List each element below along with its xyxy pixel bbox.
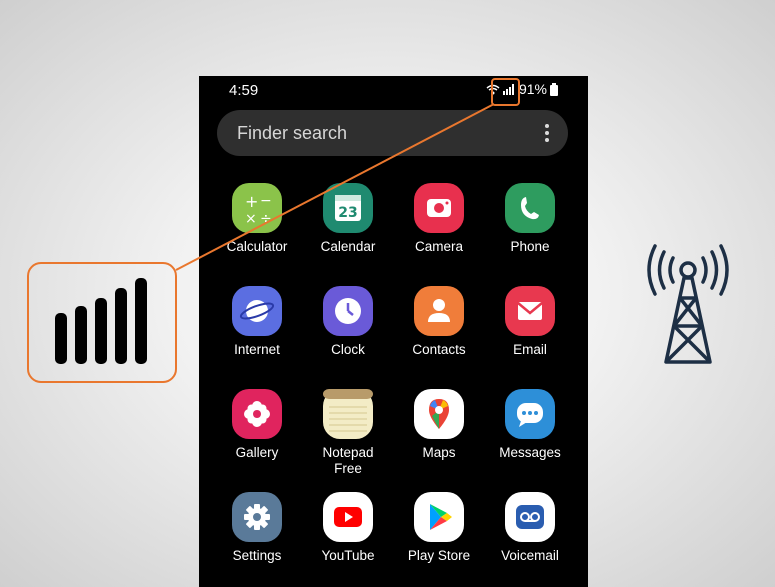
clock-icon bbox=[323, 286, 373, 336]
app-contacts[interactable]: Contacts bbox=[394, 286, 484, 358]
app-camera[interactable]: Camera bbox=[394, 183, 484, 255]
svg-text:+: + bbox=[245, 192, 258, 211]
cell-tower-icon bbox=[647, 244, 729, 364]
svg-text:23: 23 bbox=[338, 205, 357, 221]
app-label: Camera bbox=[414, 239, 463, 254]
app-settings[interactable]: Settings bbox=[212, 492, 302, 564]
app-gallery[interactable]: Gallery bbox=[212, 389, 302, 461]
internet-icon bbox=[232, 286, 282, 336]
battery-percent: 91% bbox=[518, 81, 547, 97]
youtube-icon bbox=[323, 492, 373, 542]
app-label: Play Store bbox=[407, 548, 471, 563]
email-icon bbox=[505, 286, 555, 336]
contacts-icon bbox=[414, 286, 464, 336]
app-calendar[interactable]: 23 Calendar bbox=[303, 183, 393, 255]
app-label: Messages bbox=[499, 445, 561, 460]
app-play-store[interactable]: Play Store bbox=[394, 492, 484, 564]
signal-bars-enlarged-icon bbox=[55, 278, 147, 364]
app-email[interactable]: Email bbox=[485, 286, 575, 358]
app-notepad-free[interactable]: Notepad Free bbox=[303, 389, 393, 477]
search-placeholder[interactable]: Finder search bbox=[237, 123, 347, 144]
calendar-icon: 23 bbox=[323, 183, 373, 233]
app-phone[interactable]: Phone bbox=[485, 183, 575, 255]
app-label: Email bbox=[513, 342, 547, 357]
signal-highlight-box bbox=[491, 78, 520, 106]
gallery-icon bbox=[232, 389, 282, 439]
svg-text:×: × bbox=[245, 211, 257, 227]
play-store-icon bbox=[414, 492, 464, 542]
app-label: Maps bbox=[422, 445, 456, 460]
app-label: Phone bbox=[510, 239, 550, 254]
app-label: Voicemail bbox=[501, 548, 559, 563]
app-voicemail[interactable]: Voicemail bbox=[485, 492, 575, 564]
settings-icon bbox=[232, 492, 282, 542]
app-label: Gallery bbox=[235, 445, 279, 460]
app-label: Calculator bbox=[226, 239, 288, 254]
app-label: Clock bbox=[331, 342, 365, 357]
maps-icon bbox=[414, 389, 464, 439]
app-label: Internet bbox=[234, 342, 280, 357]
app-messages[interactable]: Messages bbox=[485, 389, 575, 461]
svg-text:÷: ÷ bbox=[260, 211, 272, 227]
messages-icon bbox=[505, 389, 555, 439]
more-options-icon[interactable] bbox=[544, 124, 550, 145]
app-youtube[interactable]: YouTube bbox=[303, 492, 393, 564]
app-label: Calendar bbox=[320, 239, 376, 254]
app-clock[interactable]: Clock bbox=[303, 286, 393, 358]
app-label: Notepad Free bbox=[322, 445, 374, 476]
app-label: Settings bbox=[232, 548, 282, 563]
notepad-icon bbox=[323, 389, 373, 439]
battery-icon bbox=[550, 82, 558, 96]
app-internet[interactable]: Internet bbox=[212, 286, 302, 358]
app-calculator[interactable]: + − × ÷ Calculator bbox=[212, 183, 302, 255]
finder-search-bar[interactable]: Finder search bbox=[217, 110, 568, 156]
camera-icon bbox=[414, 183, 464, 233]
app-label: YouTube bbox=[321, 548, 375, 563]
svg-text:−: − bbox=[260, 193, 272, 209]
calculator-icon: + − × ÷ bbox=[232, 183, 282, 233]
status-time: 4:59 bbox=[229, 82, 259, 99]
app-maps[interactable]: Maps bbox=[394, 389, 484, 461]
voicemail-icon bbox=[505, 492, 555, 542]
app-label: Contacts bbox=[412, 342, 466, 357]
phone-icon bbox=[505, 183, 555, 233]
phone-screen: 4:59 91% Finder search + − × ÷ Calculator bbox=[199, 76, 588, 587]
